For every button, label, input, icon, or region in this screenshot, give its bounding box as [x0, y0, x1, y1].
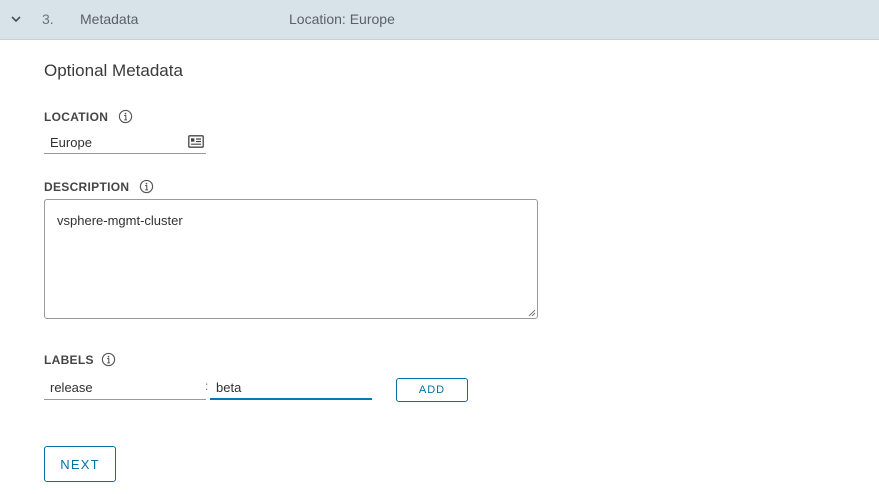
- info-icon[interactable]: [101, 352, 116, 367]
- location-field[interactable]: [44, 131, 206, 154]
- location-label: LOCATION: [44, 110, 109, 124]
- section-title: Optional Metadata: [44, 61, 183, 80]
- step-summary: Location: Europe: [289, 11, 395, 27]
- chevron-down-icon[interactable]: [9, 12, 23, 26]
- resize-grip-icon[interactable]: [527, 308, 536, 317]
- label-value-field[interactable]: [210, 376, 372, 400]
- info-icon[interactable]: [139, 179, 154, 194]
- step-header[interactable]: 3. Metadata Location: Europe: [0, 0, 879, 40]
- label-value-input[interactable]: [210, 376, 372, 398]
- step-number: 3.: [42, 11, 54, 27]
- step-title: Metadata: [80, 11, 139, 27]
- id-card-icon[interactable]: [188, 135, 204, 148]
- description-label: DESCRIPTION: [44, 180, 130, 194]
- next-button[interactable]: NEXT: [44, 446, 116, 482]
- label-separator: :: [205, 379, 209, 393]
- labels-label: LABELS: [44, 353, 94, 367]
- location-input[interactable]: [44, 131, 174, 153]
- label-key-field[interactable]: [44, 376, 206, 400]
- description-textarea[interactable]: vsphere-mgmt-cluster: [45, 200, 537, 318]
- info-icon[interactable]: [118, 109, 133, 124]
- label-key-input[interactable]: [44, 376, 206, 398]
- add-label-button[interactable]: ADD: [396, 378, 468, 402]
- description-field[interactable]: vsphere-mgmt-cluster: [44, 199, 538, 319]
